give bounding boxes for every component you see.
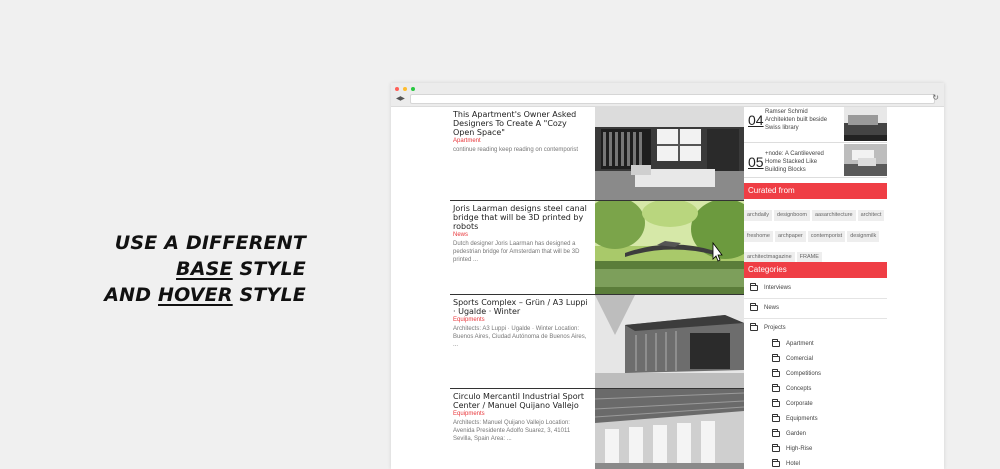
post-title[interactable]: This Apartment's Owner Asked Designers T… — [453, 110, 589, 137]
folder-icon — [772, 429, 780, 437]
curated-tag[interactable]: architect — [857, 210, 885, 221]
subcategory-item[interactable]: Hotel — [744, 457, 887, 469]
curated-tag[interactable]: archpaper — [774, 231, 806, 242]
post-text: Sports Complex – Grün / A3 Luppi · Ugald… — [453, 298, 589, 349]
close-window-icon[interactable] — [395, 87, 399, 91]
post-title[interactable]: Joris Laarman designs steel canal bridge… — [453, 204, 589, 231]
post-excerpt: Architects: A3 Luppi · Ugalde · Winter L… — [453, 326, 587, 348]
headline-line-2: BASE STYLE — [104, 256, 306, 282]
post-image[interactable] — [595, 201, 744, 294]
folder-icon — [772, 414, 780, 422]
folder-icon — [772, 369, 780, 377]
folder-icon — [772, 459, 780, 467]
folder-icon — [772, 444, 780, 452]
subcategory-item[interactable]: Garden — [744, 427, 887, 442]
reload-icon[interactable]: ↻ — [932, 93, 939, 102]
subcategory-item[interactable]: Competitions — [744, 367, 887, 382]
folder-icon — [772, 384, 780, 392]
numbered-item-text[interactable]: +node: A Cantilevered Home Stacked Like … — [765, 150, 839, 174]
curated-from-heading: Curated from — [744, 183, 887, 199]
subcategory-item[interactable]: Comercial — [744, 352, 887, 367]
subcategory-label: High-Rise — [786, 446, 813, 452]
curated-tag[interactable]: contemporist — [807, 231, 846, 242]
post-item[interactable]: Sports Complex – Grün / A3 Luppi · Ugald… — [450, 295, 744, 389]
back-forward-icon[interactable]: ◀ ▶ — [396, 95, 405, 102]
subcategory-label: Concepts — [786, 386, 812, 392]
subcategory-item[interactable]: Concepts — [744, 382, 887, 397]
category-item-projects[interactable]: Projects — [744, 319, 887, 337]
curated-tag[interactable]: designboom — [774, 210, 810, 221]
minimize-window-icon[interactable] — [403, 87, 407, 91]
numbered-item[interactable]: 04 Ramser Schmid Architekten built besid… — [744, 107, 887, 143]
headline: USE A DIFFERENT BASE STYLE AND HOVER STY… — [104, 230, 306, 308]
page-content: This Apartment's Owner Asked Designers T… — [391, 107, 944, 469]
subcategory-label: Competitions — [786, 371, 822, 377]
subcategory-label: Apartment — [786, 341, 814, 347]
folder-icon — [772, 399, 780, 407]
headline-hover-word: HOVER — [157, 284, 233, 306]
categories-list: Interviews News Projects Apartment Comer… — [744, 279, 887, 469]
post-item[interactable]: This Apartment's Owner Asked Designers T… — [450, 107, 744, 201]
headline-line-2-rest: STYLE — [232, 258, 306, 280]
post-text: This Apartment's Owner Asked Designers T… — [453, 110, 589, 154]
headline-line-3-pre: AND — [104, 284, 158, 306]
subcategory-label: Hotel — [786, 461, 801, 467]
subcategory-label: Garden — [786, 431, 807, 437]
subcategory-item[interactable]: Corporate — [744, 397, 887, 412]
maximize-window-icon[interactable] — [411, 87, 415, 91]
headline-line-3: AND HOVER STYLE — [104, 282, 306, 308]
post-category[interactable]: Apartment — [453, 138, 589, 144]
subcategory-label: Comercial — [786, 356, 814, 362]
category-label: News — [764, 305, 780, 311]
browser-chrome: ◀ ▶ ↻ — [391, 83, 944, 107]
curated-tags: archdaily designboom aasarchitecture archit… — [744, 203, 887, 266]
post-excerpt: Dutch designer Joris Laarman has designe… — [453, 241, 580, 263]
category-label: Interviews — [764, 285, 792, 291]
post-text: Circulo Mercantil Industrial Sport Cente… — [453, 392, 589, 443]
categories-heading: Categories — [744, 262, 887, 278]
headline-line-1: USE A DIFFERENT — [114, 232, 306, 254]
folder-icon — [750, 303, 758, 311]
numbered-item-number: 05 — [748, 154, 764, 170]
headline-line-3-rest: STYLE — [232, 284, 306, 306]
numbered-item-number: 04 — [748, 112, 764, 128]
subcategory-item[interactable]: High-Rise — [744, 442, 887, 457]
numbered-item-text[interactable]: Ramser Schmid Architekten built beside S… — [765, 108, 839, 132]
subcategory-item[interactable]: Apartment — [744, 337, 887, 352]
category-item-news[interactable]: News — [744, 299, 887, 319]
numbered-item-thumbnail[interactable] — [844, 144, 887, 176]
category-item-interviews[interactable]: Interviews — [744, 279, 887, 299]
subcategory-label: Corporate — [786, 401, 813, 407]
folder-icon — [750, 323, 758, 331]
subcategory-item[interactable]: Equipments — [744, 412, 887, 427]
category-label: Projects — [764, 325, 786, 331]
post-image[interactable] — [595, 107, 744, 200]
curated-tag[interactable]: designmilk — [847, 231, 880, 242]
folder-icon — [772, 339, 780, 347]
post-image[interactable] — [595, 389, 744, 469]
headline-base-word: BASE — [176, 258, 233, 280]
curated-tag[interactable]: archdaily — [744, 210, 773, 221]
post-excerpt: continue reading keep reading on contemp… — [453, 147, 579, 153]
post-title[interactable]: Sports Complex – Grün / A3 Luppi · Ugald… — [453, 298, 589, 316]
post-category[interactable]: News — [453, 232, 589, 238]
curated-tag[interactable]: freshome — [744, 231, 773, 242]
post-title[interactable]: Circulo Mercantil Industrial Sport Cente… — [453, 392, 589, 410]
post-excerpt: Architects: Manuel Quijano Vallejo Locat… — [453, 420, 571, 442]
post-item[interactable]: Circulo Mercantil Industrial Sport Cente… — [450, 389, 744, 469]
numbered-item-thumbnail[interactable] — [844, 107, 887, 141]
post-category[interactable]: Equipments — [453, 317, 589, 323]
subcategory-label: Equipments — [786, 416, 818, 422]
post-item[interactable]: Joris Laarman designs steel canal bridge… — [450, 201, 744, 295]
address-bar[interactable] — [410, 94, 935, 104]
post-category[interactable]: Equipments — [453, 411, 589, 417]
curated-tag[interactable]: aasarchitecture — [811, 210, 856, 221]
folder-icon — [750, 283, 758, 291]
folder-icon — [772, 354, 780, 362]
post-image[interactable] — [595, 295, 744, 388]
post-text: Joris Laarman designs steel canal bridge… — [453, 204, 589, 264]
browser-window: ◀ ▶ ↻ This Apartment's Owner Asked Desig… — [391, 83, 944, 469]
numbered-item[interactable]: 05 +node: A Cantilevered Home Stacked Li… — [744, 142, 887, 178]
